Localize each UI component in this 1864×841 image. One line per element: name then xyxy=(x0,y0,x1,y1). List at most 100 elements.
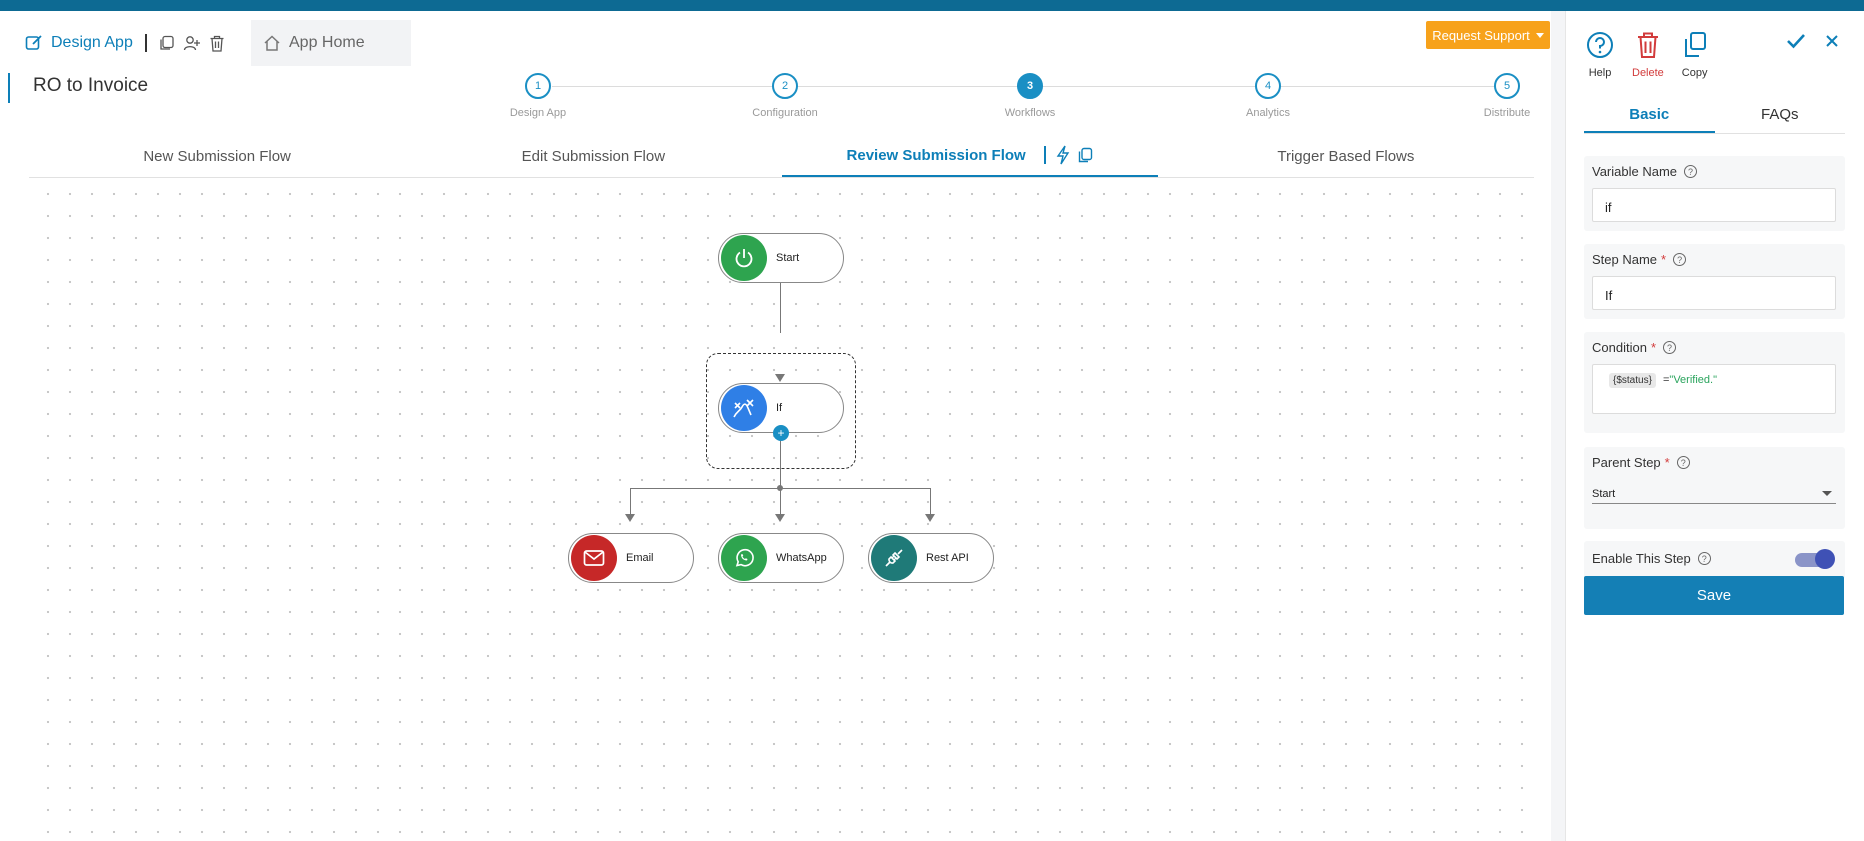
properties-panel: Help Delete Copy Basic FAQs Variable Nam… xyxy=(1565,11,1864,841)
condition-value: "Verified." xyxy=(1669,374,1717,386)
enable-step-label-row: Enable This Step ? xyxy=(1592,551,1711,566)
node-email[interactable]: Email xyxy=(568,533,694,583)
tab-new-submission-flow[interactable]: New Submission Flow xyxy=(29,135,405,177)
node-rest-api[interactable]: Rest API xyxy=(868,533,994,583)
help-icon[interactable]: ? xyxy=(1676,456,1690,469)
tab-edit-submission-flow[interactable]: Edit Submission Flow xyxy=(405,135,781,177)
page-title: RO to Invoice xyxy=(33,75,149,96)
request-support-label: Request Support xyxy=(1432,27,1530,43)
node-whatsapp[interactable]: WhatsApp xyxy=(718,533,844,583)
tab-label: Trigger Based Flows xyxy=(1277,147,1415,165)
delete-button[interactable]: Delete xyxy=(1632,29,1664,79)
field-label: Variable Name xyxy=(1592,164,1678,179)
tab-review-submission-flow[interactable]: Review Submission Flow xyxy=(781,135,1158,177)
edit-icon xyxy=(25,34,43,52)
plug-icon xyxy=(871,535,917,581)
request-support-button[interactable]: Request Support xyxy=(1426,21,1550,49)
help-icon[interactable]: ? xyxy=(1684,165,1698,178)
copy-icon[interactable] xyxy=(1078,147,1093,163)
step-design-app[interactable]: 1 Design App xyxy=(488,73,588,119)
parent-step-section: Parent Step * ? Start xyxy=(1584,447,1845,529)
main-area: Design App App Home Request Support RO t… xyxy=(0,11,1551,841)
arrow-head xyxy=(925,514,935,522)
variable-name-label-row: Variable Name ? xyxy=(1592,164,1837,179)
divider xyxy=(144,34,147,52)
panel-gutter xyxy=(1551,11,1565,841)
step-label: Analytics xyxy=(1245,107,1291,119)
field-label: Enable This Step xyxy=(1592,551,1691,566)
step-workflows[interactable]: 3 Workflows xyxy=(980,73,1080,119)
help-icon xyxy=(1586,29,1614,61)
copy-icon[interactable] xyxy=(159,35,175,51)
step-number: 5 xyxy=(1494,73,1520,99)
whatsapp-icon xyxy=(721,535,767,581)
panel-tabs: Basic FAQs xyxy=(1584,101,1845,134)
copy-button[interactable]: Copy xyxy=(1681,29,1708,79)
power-icon xyxy=(721,235,767,281)
required-marker: * xyxy=(1664,455,1670,470)
tab-trigger-based-flows[interactable]: Trigger Based Flows xyxy=(1158,135,1534,177)
app-home-label: App Home xyxy=(289,34,365,51)
add-user-icon[interactable] xyxy=(183,35,201,51)
save-button[interactable]: Save xyxy=(1584,576,1844,615)
step-label: Configuration xyxy=(752,107,818,119)
help-label: Help xyxy=(1588,67,1612,79)
arrow-head xyxy=(775,514,785,522)
variable-name-field[interactable]: if xyxy=(1592,188,1836,222)
help-icon[interactable]: ? xyxy=(1697,552,1711,565)
lightning-icon[interactable] xyxy=(1056,145,1070,165)
node-label: Start xyxy=(776,252,800,264)
parent-step-select[interactable]: Start xyxy=(1592,484,1836,504)
condition-label-row: Condition * ? xyxy=(1592,340,1837,355)
step-label: Design App xyxy=(509,107,567,119)
step-configuration[interactable]: 2 Configuration xyxy=(735,73,835,119)
condition-editor[interactable]: {$status} ="Verified." xyxy=(1592,364,1836,414)
tab-basic[interactable]: Basic xyxy=(1584,101,1715,133)
variable-chip[interactable]: {$status} xyxy=(1609,373,1656,388)
design-app-label: Design App xyxy=(51,34,133,51)
step-number: 1 xyxy=(525,73,551,99)
tab-label: Review Submission Flow xyxy=(846,146,1026,164)
variable-name-section: Variable Name ? if xyxy=(1584,156,1845,231)
mail-icon xyxy=(571,535,617,581)
add-step-icon[interactable]: + xyxy=(773,425,789,441)
selected-value: Start xyxy=(1592,487,1616,500)
close-icon[interactable] xyxy=(1824,33,1840,54)
step-distribute[interactable]: 5 Distribute xyxy=(1457,73,1557,119)
step-number: 2 xyxy=(772,73,798,99)
step-label: Distribute xyxy=(1483,107,1531,119)
trash-icon xyxy=(1632,29,1664,61)
field-label: Parent Step xyxy=(1592,455,1661,470)
toggle-knob xyxy=(1815,549,1835,569)
app-home-button[interactable]: App Home xyxy=(251,20,411,66)
node-label: If xyxy=(776,402,783,414)
trash-icon[interactable] xyxy=(209,35,225,52)
help-icon[interactable]: ? xyxy=(1663,341,1676,354)
step-analytics[interactable]: 4 Analytics xyxy=(1218,73,1318,119)
chevron-down-icon xyxy=(1535,32,1544,38)
tab-label: Edit Submission Flow xyxy=(521,147,666,165)
top-accent-bar xyxy=(0,0,1864,11)
node-label: Rest API xyxy=(926,552,969,564)
workflow-canvas[interactable]: Start If + Email WhatsApp Rest API xyxy=(29,179,1534,841)
flow-tabs: New Submission Flow Edit Submission Flow… xyxy=(29,135,1534,178)
branch-icon xyxy=(721,385,767,431)
copy-label: Copy xyxy=(1681,67,1708,79)
check-icon[interactable] xyxy=(1786,33,1806,54)
help-icon[interactable]: ? xyxy=(1673,253,1687,266)
design-app-tab[interactable]: Design App xyxy=(15,21,235,65)
step-name-field[interactable]: If xyxy=(1592,276,1836,310)
node-label: WhatsApp xyxy=(776,552,827,564)
node-start[interactable]: Start xyxy=(718,233,844,283)
help-button[interactable]: Help xyxy=(1586,29,1614,79)
tab-label: New Submission Flow xyxy=(143,147,291,165)
tab-faqs[interactable]: FAQs xyxy=(1715,101,1846,133)
chevron-down-icon xyxy=(1822,491,1832,496)
copy-icon xyxy=(1682,29,1708,61)
required-marker: * xyxy=(1650,340,1656,355)
delete-label: Delete xyxy=(1632,67,1664,79)
step-name-label-row: Step Name * ? xyxy=(1592,252,1837,267)
node-label: Email xyxy=(626,552,654,564)
enable-step-toggle[interactable] xyxy=(1795,549,1835,569)
panel-actions: Help Delete Copy xyxy=(1586,29,1707,79)
